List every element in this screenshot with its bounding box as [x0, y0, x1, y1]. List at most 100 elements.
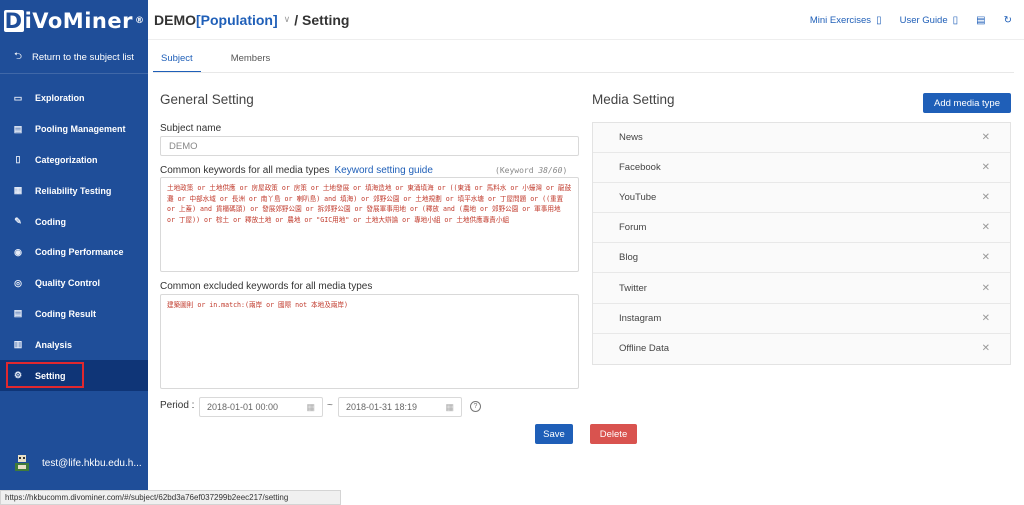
sidebar-item-coding-result[interactable]: ▤ Coding Result [0, 299, 148, 330]
mini-exercises-link[interactable]: Mini Exercises ▯ [810, 15, 882, 26]
subject-name-value: DEMO [169, 140, 198, 152]
media-item-offline-data[interactable]: Offline Data ✕ [593, 333, 1010, 364]
notes-icon: ▤ [976, 14, 986, 26]
sidebar-item-coding-performance[interactable]: ◉ Coding Performance [0, 237, 148, 268]
user-guide-label: User Guide [899, 14, 948, 26]
date-range-separator: ~ [327, 400, 333, 411]
remove-icon[interactable]: ✕ [982, 283, 990, 294]
media-item-label: YouTube [619, 192, 657, 204]
checklist-icon: ▦ [13, 185, 23, 196]
tab-subject[interactable]: Subject [153, 50, 201, 73]
add-media-type-button[interactable]: Add media type [923, 93, 1011, 113]
report-icon: ▤ [13, 308, 23, 319]
eye-icon: ◎ [14, 277, 22, 288]
help-icon[interactable]: ? [470, 401, 481, 412]
logo-registered-mark: ® [134, 16, 145, 26]
return-icon: ⮌ [14, 51, 23, 62]
user-account[interactable]: test@life.hkbu.edu.h... [0, 448, 148, 478]
save-button[interactable]: Save [535, 424, 573, 444]
media-item-label: News [619, 132, 643, 144]
delete-button[interactable]: Delete [590, 424, 637, 444]
media-item-twitter[interactable]: Twitter ✕ [593, 273, 1010, 304]
page-title: / Setting [294, 11, 350, 28]
keyword-count: (Keyword 38/60) [495, 166, 567, 175]
sidebar-item-label: Reliability Testing [35, 185, 112, 196]
mini-exercises-label: Mini Exercises [809, 14, 872, 26]
sidebar-item-pooling-management[interactable]: ▤ Pooling Management [0, 114, 148, 145]
pencil-icon: ✎ [14, 216, 22, 227]
return-to-subject-list[interactable]: ⮌ Return to the subject list [0, 42, 148, 74]
common-keywords-textarea[interactable]: 土地政策 or 土地供應 or 房屋政策 or 房策 or 土地發展 or 填海… [160, 177, 579, 272]
logout-icon: ↻ [1003, 14, 1012, 26]
tabs-divider [153, 72, 1014, 73]
media-item-instagram[interactable]: Instagram ✕ [593, 303, 1010, 334]
media-item-facebook[interactable]: Facebook ✕ [593, 153, 1010, 184]
sidebar-item-label: Coding [35, 216, 66, 227]
end-date-input[interactable]: 2018-01-31 18:19 ▦ [338, 397, 462, 417]
avatar [12, 453, 32, 473]
file-icon: ▯ [15, 154, 21, 165]
sidebar-item-label: Pooling Management [35, 124, 126, 135]
sidebar: DiVoMiner ® ⮌ Return to the subject list … [0, 0, 148, 490]
population-link[interactable]: [Population] [196, 12, 278, 28]
top-links: Mini Exercises ▯ User Guide ▯ ▤ ↻ [792, 0, 1012, 40]
media-type-list: News ✕ Facebook ✕ YouTube ✕ Forum ✕ Blog ✕ Tw… [592, 122, 1011, 365]
active-highlight-box [6, 362, 84, 389]
logout-icon-button[interactable]: ↻ [1004, 15, 1012, 26]
monitor-icon: ▭ [13, 92, 23, 103]
user-email: test@life.hkbu.edu.h... [42, 457, 142, 469]
tab-members[interactable]: Members [223, 50, 279, 73]
sidebar-item-coding[interactable]: ✎ Coding [0, 206, 148, 237]
media-item-label: Twitter [619, 282, 647, 294]
end-date-value: 2018-01-31 18:19 [346, 402, 418, 412]
calendar-icon: ▦ [445, 401, 454, 412]
sidebar-item-exploration[interactable]: ▭ Exploration [0, 83, 148, 114]
sidebar-item-label: Exploration [35, 93, 85, 104]
sidebar-item-quality-control[interactable]: ◎ Quality Control [0, 268, 148, 299]
return-label: Return to the subject list [32, 52, 134, 63]
remove-icon[interactable]: ✕ [982, 313, 990, 324]
notes-icon-button[interactable]: ▤ [976, 15, 985, 26]
user-guide-link[interactable]: User Guide ▯ [900, 15, 959, 26]
media-item-blog[interactable]: Blog ✕ [593, 243, 1010, 274]
start-date-input[interactable]: 2018-01-01 00:00 ▦ [199, 397, 323, 417]
media-item-label: Forum [619, 222, 647, 234]
excluded-keywords-textarea[interactable]: 建築圖則 or in.match:(兩岸 or 國際 not 本地及兩岸) [160, 294, 579, 389]
remove-icon[interactable]: ✕ [982, 132, 990, 143]
period-label: Period : [160, 400, 195, 411]
keyword-count-prefix: (Keyword [495, 166, 539, 175]
remove-icon[interactable]: ✕ [982, 162, 990, 173]
media-setting-title: Media Setting [592, 92, 675, 107]
logo-text: iVoMiner [24, 9, 133, 33]
calendar-icon: ▦ [306, 401, 315, 412]
tab-bar: Subject Members [153, 50, 300, 73]
sidebar-item-setting[interactable]: ⚙ Setting [0, 360, 148, 391]
media-item-label: Instagram [619, 312, 662, 324]
subject-name-field[interactable]: DEMO [160, 136, 579, 156]
media-item-youtube[interactable]: YouTube ✕ [593, 183, 1010, 214]
general-setting-title: General Setting [160, 92, 254, 107]
breadcrumb: DEMO [Population] ∨ / Setting [154, 12, 349, 28]
media-item-news[interactable]: News ✕ [593, 123, 1010, 154]
keyword-setting-guide-link[interactable]: Keyword setting guide [335, 165, 433, 176]
topbar: DEMO [Population] ∨ / Setting Mini Exerci… [148, 0, 1024, 40]
sidebar-item-reliability-testing[interactable]: ▦ Reliability Testing [0, 175, 148, 206]
remove-icon[interactable]: ✕ [982, 192, 990, 203]
sidebar-item-analysis[interactable]: ▥ Analysis [0, 329, 148, 360]
sidebar-nav: ▭ Exploration ▤ Pooling Management ▯ Catego… [0, 83, 148, 391]
chevron-down-icon[interactable]: ∨ [284, 14, 291, 25]
sidebar-item-label: Categorization [35, 154, 98, 165]
sidebar-item-label: Analysis [35, 339, 73, 350]
divominer-logo[interactable]: DiVoMiner ® [0, 0, 148, 42]
remove-icon[interactable]: ✕ [982, 252, 990, 263]
bar-chart-icon: ▥ [13, 339, 23, 350]
media-item-label: Offline Data [619, 343, 669, 355]
media-item-forum[interactable]: Forum ✕ [593, 213, 1010, 244]
book-icon: ▯ [876, 14, 882, 26]
status-url-bar: https://hkbucomm.divominer.com/#/subject… [0, 490, 341, 505]
sidebar-item-categorization[interactable]: ▯ Categorization [0, 145, 148, 176]
media-item-label: Blog [619, 252, 639, 264]
remove-icon[interactable]: ✕ [982, 343, 990, 354]
sidebar-item-label: Quality Control [35, 278, 100, 289]
remove-icon[interactable]: ✕ [982, 222, 990, 233]
